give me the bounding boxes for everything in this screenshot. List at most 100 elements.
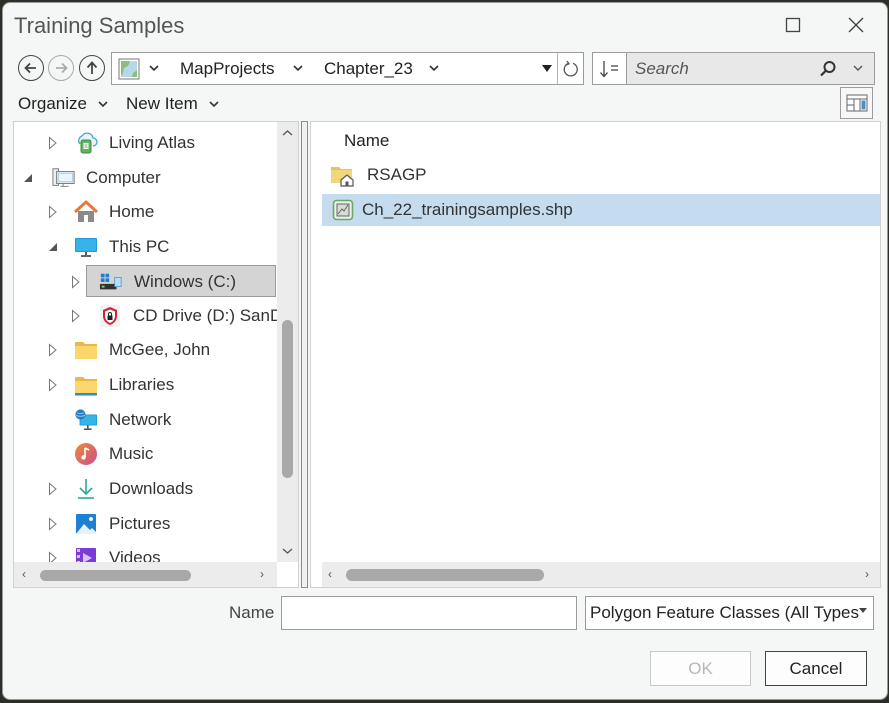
close-icon xyxy=(848,17,864,33)
search-input[interactable] xyxy=(627,58,807,79)
dialog-title: Training Samples xyxy=(14,13,185,38)
tree-item-label: Windows (C:) xyxy=(134,272,237,291)
command-bar: Organize New Item xyxy=(3,91,887,117)
tree-item-computer[interactable]: Computer xyxy=(14,162,276,194)
scrollbar-thumb[interactable] xyxy=(346,569,544,581)
collapsed-arrow-icon[interactable] xyxy=(47,136,59,150)
sort-icon xyxy=(599,60,618,77)
forward-button[interactable] xyxy=(48,55,74,81)
scroll-right-icon[interactable]: › xyxy=(865,567,869,581)
location-chevron-icon[interactable] xyxy=(148,61,160,79)
breadcrumb-chapter-23[interactable]: Chapter_23 xyxy=(324,53,413,84)
name-label: Name xyxy=(229,603,275,622)
view-layout-icon xyxy=(846,94,867,112)
collapsed-arrow-icon[interactable] xyxy=(47,482,59,496)
title-bar: Training Samples xyxy=(3,3,887,47)
computer-icon xyxy=(52,166,76,190)
organize-menu[interactable]: Organize xyxy=(18,94,109,114)
new-item-label: New Item xyxy=(126,94,198,113)
collapsed-arrow-icon[interactable] xyxy=(70,309,82,323)
breadcrumb-mapprojects[interactable]: MapProjects xyxy=(180,53,274,84)
up-button[interactable] xyxy=(79,55,105,81)
tree-item-downloads[interactable]: Downloads xyxy=(14,473,276,505)
tree-item-network[interactable]: Network xyxy=(14,404,276,436)
maximize-button[interactable] xyxy=(778,11,808,39)
refresh-button[interactable] xyxy=(557,53,583,84)
secure-drive-icon xyxy=(98,304,122,328)
scrollbar-thumb[interactable] xyxy=(40,570,191,581)
tree-item-living-atlas[interactable]: Living Atlas xyxy=(14,127,276,159)
tree-item-label: Downloads xyxy=(109,479,194,498)
scroll-down-icon[interactable] xyxy=(282,544,293,558)
home-folder-icon xyxy=(330,162,356,188)
tree-item-this-pc[interactable]: This PC xyxy=(14,231,276,263)
collapsed-arrow-icon[interactable] xyxy=(47,517,59,531)
tree-item-label: This PC xyxy=(109,237,170,256)
column-header-name[interactable]: Name xyxy=(344,131,389,151)
new-item-menu[interactable]: New Item xyxy=(126,94,220,114)
organize-label: Organize xyxy=(18,94,87,113)
tree-item-home[interactable]: Home xyxy=(14,196,276,228)
sort-button[interactable] xyxy=(592,52,626,85)
chapter-chevron-icon[interactable] xyxy=(428,61,440,79)
tree-item-label: Pictures xyxy=(109,514,171,533)
tree-horizontal-scrollbar[interactable]: ‹ › xyxy=(14,562,277,587)
tree-item-cd-drive-d-sand[interactable]: CD Drive (D:) SanD xyxy=(14,300,282,332)
tree-item-label: Libraries xyxy=(109,375,175,394)
scroll-up-icon[interactable] xyxy=(282,126,293,140)
monitor-icon xyxy=(74,235,98,259)
music-icon xyxy=(74,442,98,466)
refresh-icon xyxy=(563,60,578,76)
ok-button[interactable]: OK xyxy=(650,651,751,686)
collapsed-arrow-icon[interactable] xyxy=(47,343,59,357)
cancel-button[interactable]: Cancel xyxy=(765,651,867,686)
tree-item-libraries[interactable]: Libraries xyxy=(14,369,276,401)
mapprojects-chevron-icon[interactable] xyxy=(292,61,304,79)
pane-splitter[interactable] xyxy=(301,121,308,588)
scrollbar-thumb[interactable] xyxy=(282,320,293,478)
maximize-icon xyxy=(785,17,801,33)
scroll-left-icon[interactable]: ‹ xyxy=(328,567,332,581)
home-icon xyxy=(74,200,98,224)
file-list-item[interactable]: RSAGP xyxy=(322,159,880,191)
up-arrow-icon xyxy=(86,61,98,74)
search-icon[interactable] xyxy=(818,59,838,84)
scroll-right-icon[interactable]: › xyxy=(260,567,264,581)
libraries-icon xyxy=(74,373,98,397)
tree-item-mcgee-john[interactable]: McGee, John xyxy=(14,334,276,366)
file-list-item[interactable]: Ch_22_trainingsamples.shp xyxy=(322,194,880,226)
chevron-down-icon xyxy=(98,101,108,108)
scroll-left-icon[interactable]: ‹ xyxy=(22,567,26,581)
name-input[interactable] xyxy=(281,596,577,630)
living-atlas-icon xyxy=(74,131,98,155)
address-history-dropdown[interactable] xyxy=(536,53,558,84)
tree-item-label: Network xyxy=(109,410,172,429)
search-box[interactable] xyxy=(626,52,875,85)
map-project-icon xyxy=(118,58,140,85)
tree-item-windows-c[interactable]: Windows (C:) xyxy=(72,265,276,297)
file-type-filter-select[interactable]: Polygon Feature Classes (All Types xyxy=(585,596,874,630)
windows-drive-icon xyxy=(99,270,123,294)
collapsed-arrow-icon[interactable] xyxy=(70,275,82,289)
tree-item-music[interactable]: Music xyxy=(14,438,276,470)
collapsed-arrow-icon[interactable] xyxy=(47,205,59,219)
tree-item-pictures[interactable]: Pictures xyxy=(14,508,276,540)
view-layout-button[interactable] xyxy=(840,87,873,119)
tree-vertical-scrollbar[interactable] xyxy=(277,122,298,562)
network-icon xyxy=(74,408,98,432)
tree-item-label: Home xyxy=(109,202,155,221)
expanded-arrow-icon[interactable] xyxy=(47,240,59,254)
back-button[interactable] xyxy=(18,55,44,81)
file-dialog: Training Samples MapProjects Chapter_23 xyxy=(2,2,888,700)
collapsed-arrow-icon[interactable] xyxy=(47,378,59,392)
close-button[interactable] xyxy=(841,11,871,39)
expanded-arrow-icon[interactable] xyxy=(22,171,34,185)
search-options-chevron-icon[interactable] xyxy=(851,61,865,80)
address-bar[interactable]: MapProjects Chapter_23 xyxy=(111,52,584,85)
forward-arrow-icon xyxy=(56,62,68,74)
pictures-icon xyxy=(74,512,98,536)
tree-item-label: CD Drive (D:) SanD xyxy=(133,306,283,325)
file-list-horizontal-scrollbar[interactable]: ‹ › xyxy=(322,562,880,587)
file-list: Name RSAGP Ch_22_trainingsamples.shp ‹ › xyxy=(310,121,881,588)
caret-down-icon xyxy=(859,608,867,613)
